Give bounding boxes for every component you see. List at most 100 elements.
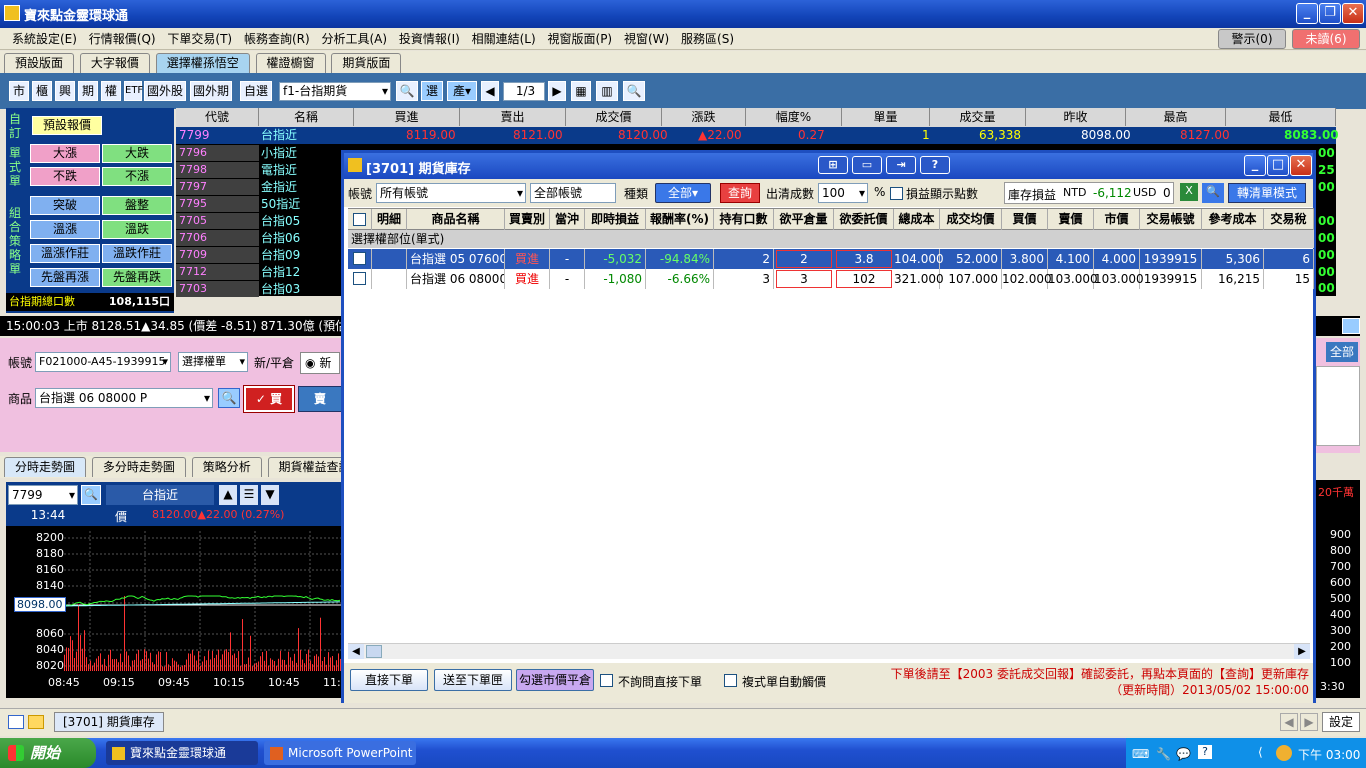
mild-up-button[interactable]: 溫漲 — [30, 220, 100, 239]
market-options-button[interactable]: 權 — [101, 81, 121, 101]
buy-button[interactable]: ✓ 買 — [243, 385, 295, 413]
tab-warrant[interactable]: 權證櫥窗 — [255, 53, 326, 73]
network-icon[interactable]: 🔧 — [1156, 747, 1171, 761]
menu-system[interactable]: 系統設定(E) — [8, 28, 81, 50]
menu-order[interactable]: 下單交易(T) — [163, 28, 236, 50]
mild-up-maker-button[interactable]: 溫漲作莊 — [30, 244, 100, 263]
next-window-icon[interactable]: ▶ — [1300, 713, 1318, 731]
help-icon[interactable]: ? — [1198, 745, 1212, 759]
big-down-button[interactable]: 大跌 — [102, 144, 172, 163]
row-checkbox[interactable] — [353, 272, 366, 285]
row-checkbox[interactable] — [353, 252, 366, 265]
big-up-button[interactable]: 大漲 — [30, 144, 100, 163]
taskbar-app-powerpoint[interactable]: Microsoft PowerPoint ... — [264, 741, 416, 765]
auto-trigger-checkbox[interactable] — [724, 674, 737, 687]
account2-field[interactable]: 全部帳號 — [530, 183, 616, 203]
window-icon[interactable]: ▭ — [852, 156, 882, 174]
order-price-input[interactable]: 102 — [836, 270, 892, 288]
search-icon[interactable]: 🔍 — [218, 388, 240, 408]
preset-quote-button[interactable]: 預設報價 — [32, 116, 102, 135]
table-row[interactable]: 台指選 05 07600 P 買進 - -5,032 -94.84% 2 2 3… — [348, 249, 1314, 269]
settings-button[interactable]: 設定 — [1322, 712, 1360, 732]
list-icon[interactable]: ☰ — [240, 485, 258, 505]
market-foreign-stock-button[interactable]: 國外股 — [144, 81, 186, 101]
menu-account[interactable]: 帳務查詢(R) — [240, 28, 314, 50]
product-select[interactable]: f1-台指期貨 ▾ — [279, 82, 391, 101]
window-tab-futures-inventory[interactable]: [3701] 期貨庫存 — [54, 712, 164, 732]
scroll-thumb[interactable] — [366, 645, 382, 658]
taskbar-app-trading[interactable]: 寶來點金靈環球通 — [106, 741, 258, 765]
minimize-icon[interactable]: _ — [1244, 155, 1266, 176]
chevron-down-icon[interactable]: ▼ — [261, 485, 279, 505]
zoom-icon[interactable]: 🔍 — [623, 81, 645, 101]
folder-icon[interactable] — [28, 715, 44, 729]
restore-icon[interactable]: ❐ — [1319, 3, 1341, 24]
tab-multi-intraday[interactable]: 多分時走勢圖 — [91, 457, 186, 477]
next-page-icon[interactable]: ▶ — [548, 81, 566, 101]
window-icon[interactable] — [8, 715, 24, 729]
columns-icon[interactable]: ▥ — [596, 81, 618, 101]
menu-analysis[interactable]: 分析工具(A) — [317, 28, 391, 50]
tray-arrow-icon[interactable]: ⟨ — [1258, 745, 1263, 759]
show-points-checkbox[interactable] — [890, 187, 903, 200]
chart-code-select[interactable]: 7799 ▾ — [8, 485, 78, 505]
consolidation-button[interactable]: 盤整 — [102, 196, 172, 215]
direct-order-button[interactable]: 直接下單 — [350, 669, 428, 691]
mild-down-button[interactable]: 溫跌 — [102, 220, 172, 239]
market-etf-button[interactable]: ETF — [124, 81, 143, 101]
tab-options[interactable]: 選擇權孫悟空 — [155, 53, 250, 73]
close-qty-input[interactable]: 3 — [776, 270, 832, 288]
horizontal-scrollbar[interactable]: ◀ ▶ — [348, 643, 1310, 659]
dock-icon[interactable]: ⇥ — [886, 156, 916, 174]
no-up-button[interactable]: 不漲 — [102, 167, 172, 186]
tab-bigquote[interactable]: 大字報價 — [79, 53, 150, 73]
no-down-button[interactable]: 不跌 — [30, 167, 100, 186]
search-icon[interactable]: 🔍 — [81, 485, 101, 505]
product-field[interactable]: 台指選 06 08000 P ▾ — [35, 388, 213, 408]
excel-icon[interactable]: X — [1180, 183, 1198, 201]
account-select[interactable]: 所有帳號 ▾ — [376, 183, 526, 203]
menu-quote[interactable]: 行情報價(Q) — [85, 28, 160, 50]
quote-row-selected[interactable]: 7799 台指近 8119.00 8121.00 8120.00 ▲22.00 … — [176, 127, 1339, 144]
layout-icon[interactable]: ▦ — [571, 81, 591, 101]
prev-window-icon[interactable]: ◀ — [1280, 713, 1298, 731]
no-confirm-checkbox[interactable] — [600, 674, 613, 687]
alert-button[interactable]: 警示(0) — [1218, 29, 1286, 49]
mild-down-maker-button[interactable]: 溫跌作莊 — [102, 244, 172, 263]
sell-button[interactable]: 賣 — [298, 386, 342, 412]
market-foreign-futures-button[interactable]: 國外期 — [190, 81, 232, 101]
menu-info[interactable]: 投資情報(I) — [395, 28, 464, 50]
query-button[interactable]: 查詢 — [720, 183, 760, 203]
all-button[interactable]: 全部 — [1326, 342, 1358, 362]
menu-service[interactable]: 服務區(S) — [677, 28, 738, 50]
close-icon[interactable]: ✕ — [1290, 155, 1312, 176]
order-price-input[interactable]: 3.8 — [836, 250, 892, 268]
order-type-select[interactable]: 選擇權單 ▾ — [178, 352, 248, 372]
search-icon[interactable]: 🔍 — [1202, 183, 1224, 203]
consolidate-then-down-button[interactable]: 先盤再跌 — [102, 268, 172, 287]
menu-layout[interactable]: 視窗版面(P) — [544, 28, 617, 50]
account-select[interactable]: F021000-A45-1939915 ▾ — [35, 352, 171, 372]
close-qty-input[interactable]: 2 — [776, 250, 832, 268]
chat-icon[interactable]: 💬 — [1176, 747, 1191, 761]
tab-strategy[interactable]: 策略分析 — [191, 457, 262, 477]
tab-default[interactable]: 預設版面 — [4, 53, 75, 73]
market-close-button[interactable]: 勾選市價平倉 — [516, 669, 594, 691]
kind-select[interactable]: 全部▾ — [655, 183, 711, 203]
scroll-right-icon[interactable]: ▶ — [1294, 644, 1310, 659]
up-arrow-icon[interactable]: ▲ — [219, 485, 237, 505]
prev-page-icon[interactable]: ◀ — [481, 81, 499, 101]
layout-icon[interactable]: ⊞ — [818, 156, 848, 174]
table-row[interactable]: 台指選 06 08000 P 買進 - -1,080 -6.66% 3 3 10… — [348, 269, 1314, 289]
menu-links[interactable]: 相關連結(L) — [468, 28, 540, 50]
send-to-basket-button[interactable]: 送至下單匣 — [434, 669, 512, 691]
market-futures-button[interactable]: 期 — [78, 81, 98, 101]
search-icon[interactable]: 🔍 — [396, 81, 418, 101]
tab-futures[interactable]: 期貨版面 — [331, 53, 402, 73]
tab-intraday[interactable]: 分時走勢圖 — [4, 457, 87, 477]
select-button[interactable]: 選 — [421, 81, 443, 101]
market-twse-button[interactable]: 市 — [9, 81, 29, 101]
help-icon[interactable]: ? — [920, 156, 950, 174]
close-icon[interactable]: ✕ — [1342, 3, 1364, 24]
ime-icon[interactable] — [1276, 745, 1292, 761]
